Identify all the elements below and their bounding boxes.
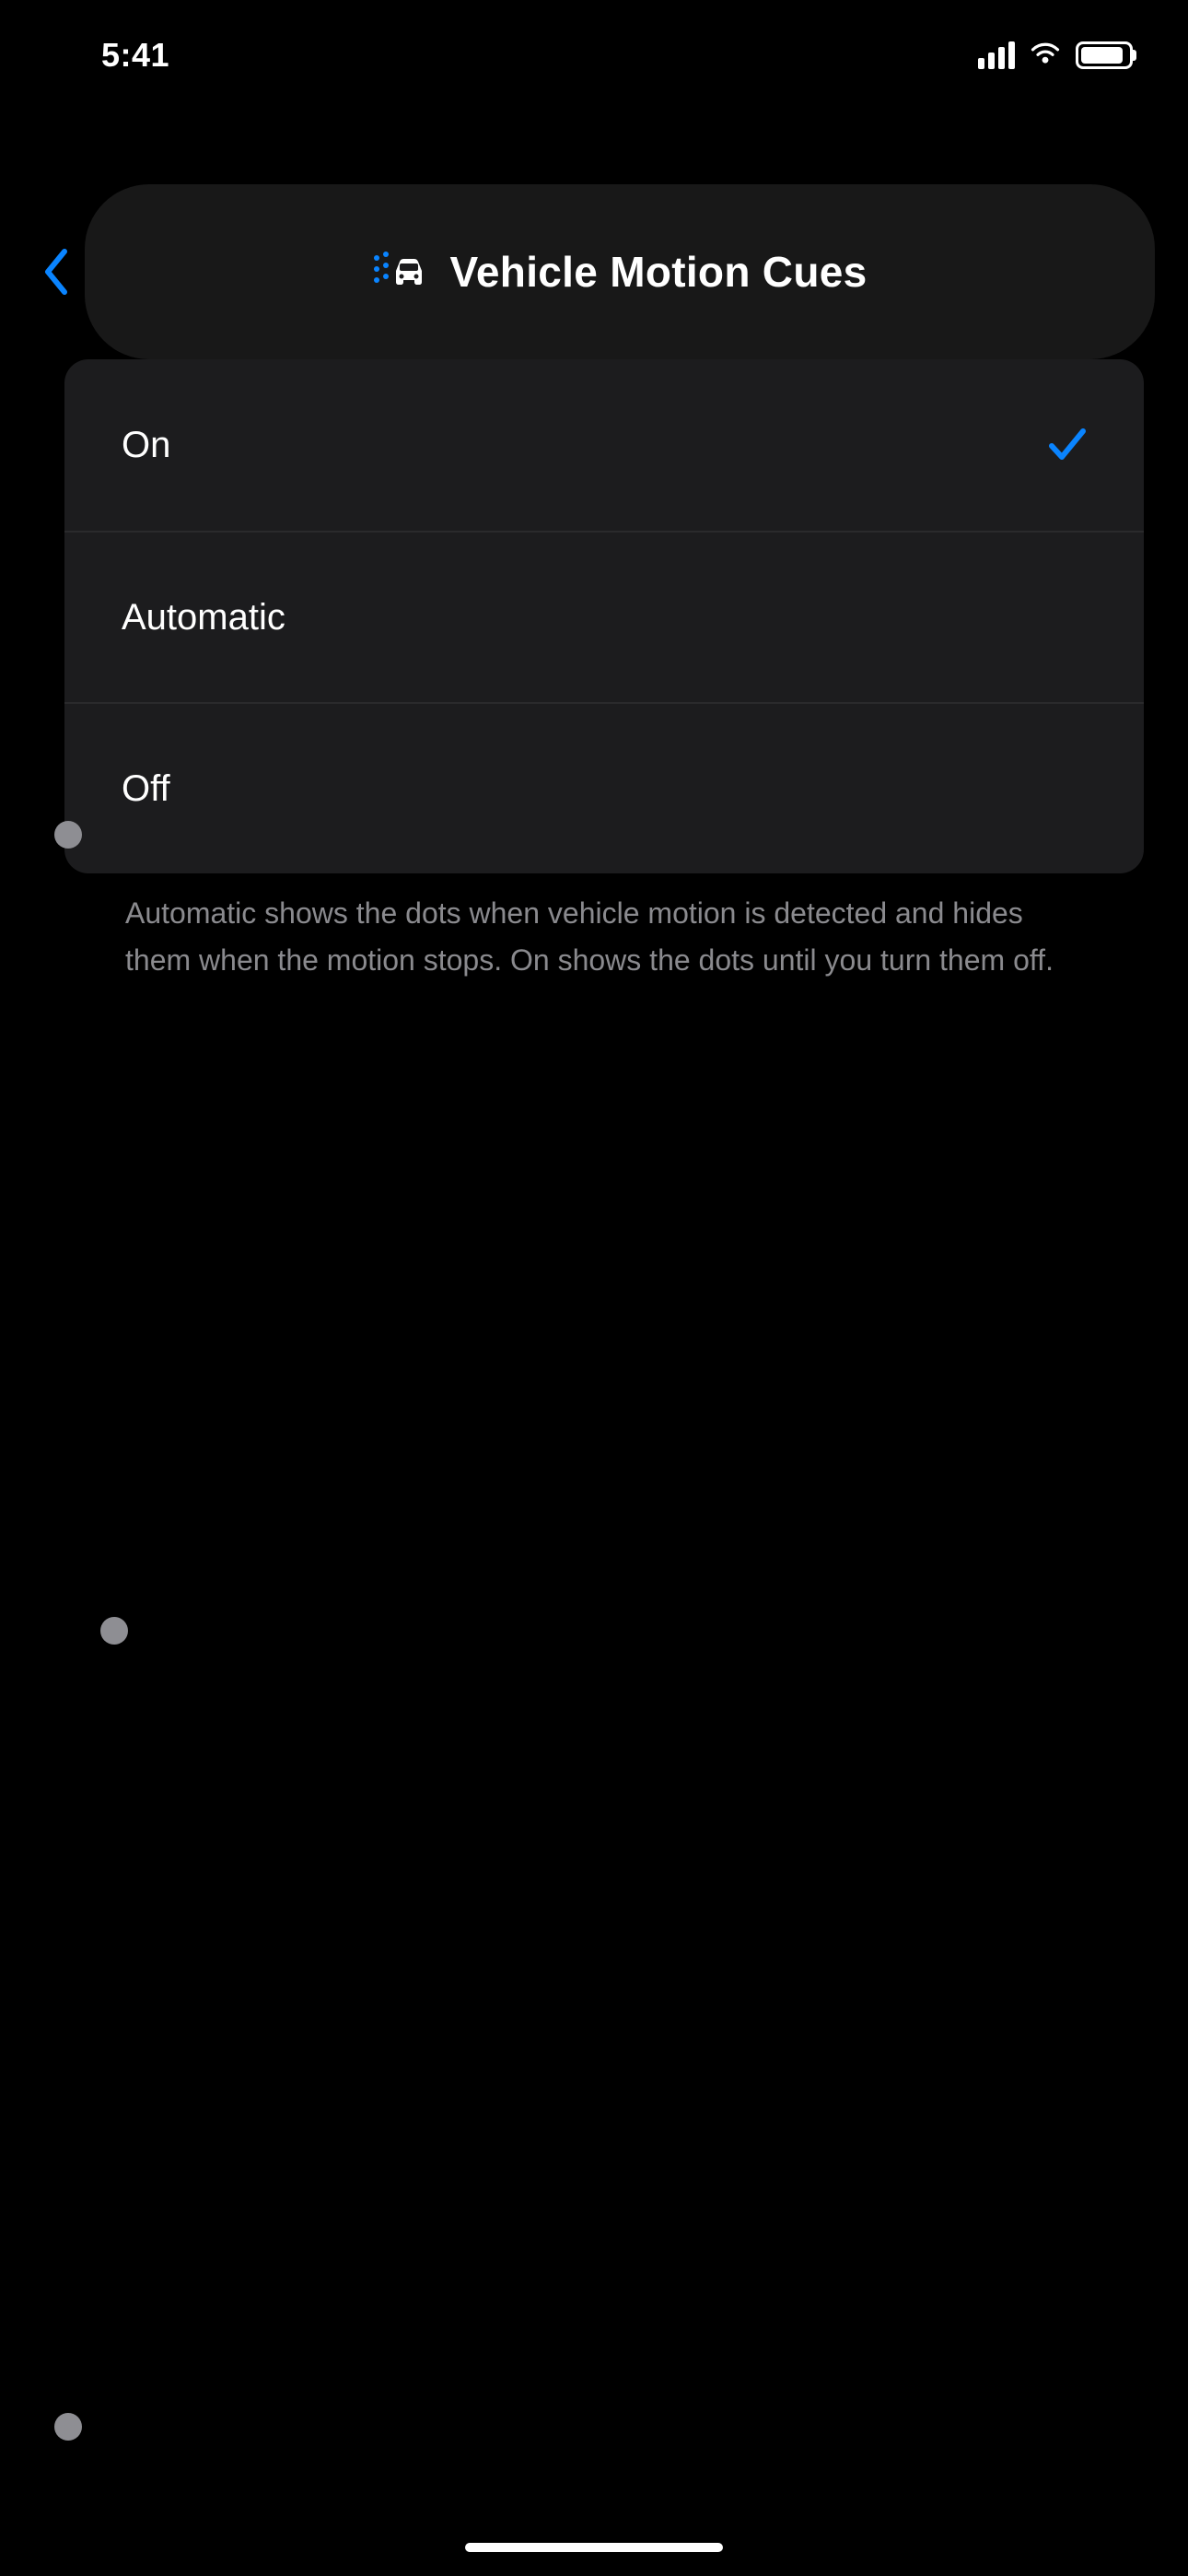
page-title: Vehicle Motion Cues [449, 247, 867, 297]
option-automatic[interactable]: Automatic [64, 531, 1144, 702]
motion-cue-dot [54, 2413, 82, 2441]
option-label: Automatic [122, 597, 285, 638]
navigation-bar: Vehicle Motion Cues [0, 184, 1188, 359]
wifi-icon [1028, 41, 1063, 71]
cellular-icon [978, 41, 1015, 69]
home-indicator [465, 2543, 723, 2552]
status-bar: 5:41 [0, 0, 1188, 111]
back-button[interactable] [33, 235, 79, 309]
option-on[interactable]: On [64, 359, 1144, 531]
status-time: 5:41 [101, 36, 169, 75]
option-label: Off [122, 768, 170, 810]
battery-icon [1076, 41, 1133, 69]
footer-description: Automatic shows the dots when vehicle mo… [125, 890, 1096, 983]
options-list: On Automatic Off [64, 359, 1144, 873]
checkmark-icon [1046, 424, 1089, 466]
option-label: On [122, 425, 170, 466]
motion-cue-dot [100, 1617, 128, 1645]
status-icons [978, 41, 1133, 71]
vehicle-motion-cues-icon [372, 251, 427, 293]
option-off[interactable]: Off [64, 702, 1144, 873]
title-pill: Vehicle Motion Cues [85, 184, 1155, 359]
motion-cue-dot [54, 821, 82, 849]
